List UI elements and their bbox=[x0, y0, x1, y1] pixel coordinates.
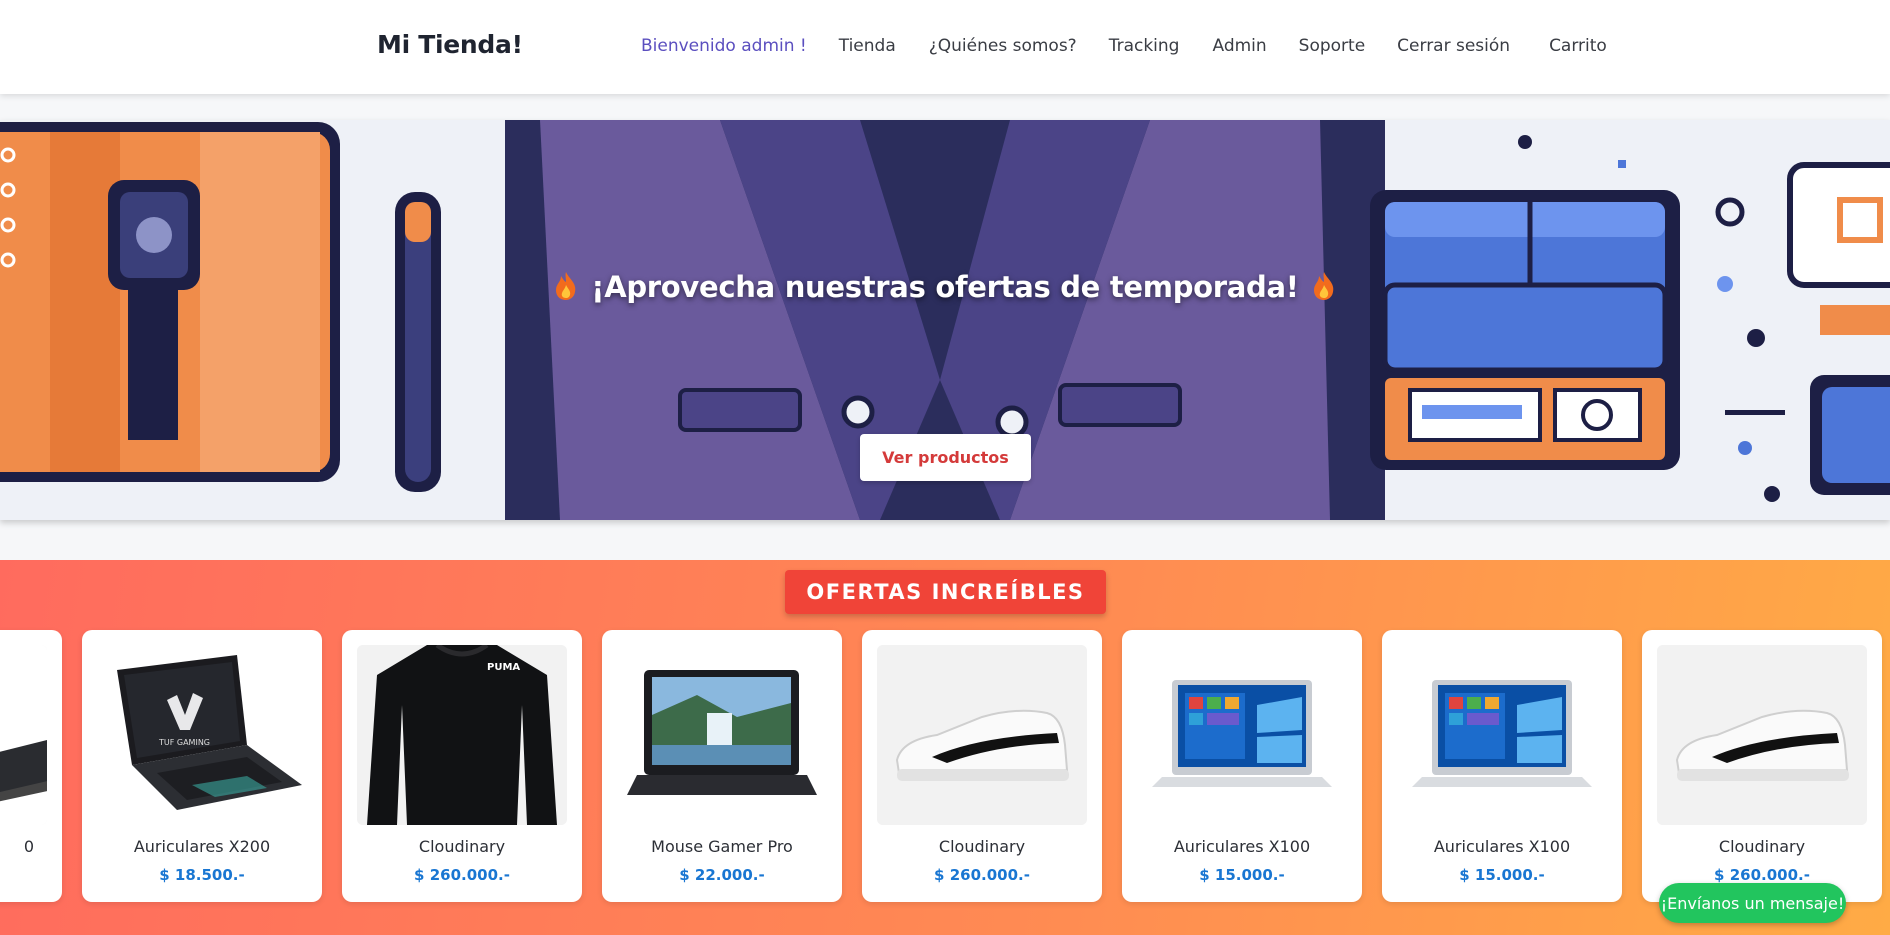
hero-title-text: ¡Aprovecha nuestras ofertas de temporada… bbox=[591, 270, 1299, 304]
product-name: 0 bbox=[23, 837, 34, 856]
product-card[interactable]: Mouse Gamer Pro $ 22.000.- bbox=[602, 630, 842, 902]
hero-banner: ¡Aprovecha nuestras ofertas de temporada… bbox=[0, 120, 1890, 520]
product-card-partial[interactable]: 0 bbox=[0, 630, 62, 902]
nav-soporte[interactable]: Soporte bbox=[1299, 36, 1366, 56]
ver-productos-button[interactable]: Ver productos bbox=[860, 434, 1031, 481]
nav-admin[interactable]: Admin bbox=[1212, 36, 1266, 56]
hero-title: ¡Aprovecha nuestras ofertas de temporada… bbox=[0, 270, 1890, 304]
product-name: Auriculares X100 bbox=[1433, 837, 1571, 856]
sneaker-image bbox=[877, 645, 1087, 825]
laptop-image bbox=[617, 645, 827, 825]
fire-icon bbox=[1313, 272, 1334, 300]
nav-welcome-user[interactable]: Bienvenido admin ! bbox=[641, 36, 807, 56]
product-card[interactable]: Auriculares X100 $ 15.000.- bbox=[1122, 630, 1362, 902]
top-navbar: Mi Tienda! Bienvenido admin ! Tienda ¿Qu… bbox=[0, 0, 1890, 94]
offers-section: OFERTAS INCREÍBLES 0 TUF GAMING Auricula… bbox=[0, 560, 1890, 935]
sweatshirt-image: PUMA bbox=[357, 645, 567, 825]
sneaker-image bbox=[1657, 645, 1867, 825]
svg-text:TUF GAMING: TUF GAMING bbox=[158, 738, 210, 747]
main-nav: Bienvenido admin ! Tienda ¿Quiénes somos… bbox=[641, 36, 1607, 56]
product-image bbox=[0, 645, 47, 825]
nav-tienda[interactable]: Tienda bbox=[839, 36, 896, 56]
product-name: Auriculares X100 bbox=[1173, 837, 1311, 856]
offers-badge: OFERTAS INCREÍBLES bbox=[785, 570, 1106, 614]
svg-text:PUMA: PUMA bbox=[487, 662, 520, 673]
product-card[interactable]: TUF GAMING Auriculares X200 $ 18.500.- bbox=[82, 630, 322, 902]
nav-quienes-somos[interactable]: ¿Quiénes somos? bbox=[929, 36, 1077, 56]
send-message-button[interactable]: ¡Envíanos un mensaje! bbox=[1659, 883, 1846, 923]
laptop-image bbox=[1137, 645, 1347, 825]
product-name: Auriculares X200 bbox=[133, 837, 271, 856]
nav-tracking[interactable]: Tracking bbox=[1109, 36, 1180, 56]
product-name: Cloudinary bbox=[938, 837, 1026, 856]
product-price: $ 18.500.- bbox=[159, 866, 245, 884]
product-price: $ 260.000.- bbox=[414, 866, 510, 884]
product-price: $ 260.000.- bbox=[1714, 866, 1810, 884]
product-name: Mouse Gamer Pro bbox=[651, 837, 793, 856]
laptop-image bbox=[1397, 645, 1607, 825]
nav-cerrar-sesion[interactable]: Cerrar sesión bbox=[1397, 36, 1510, 56]
product-price: $ 260.000.- bbox=[934, 866, 1030, 884]
nav-carrito[interactable]: Carrito bbox=[1549, 36, 1607, 56]
product-card[interactable]: Auriculares X100 $ 15.000.- bbox=[1382, 630, 1622, 902]
product-name: Cloudinary bbox=[418, 837, 506, 856]
product-name: Cloudinary bbox=[1718, 837, 1806, 856]
product-card[interactable]: Cloudinary $ 260.000.- bbox=[1642, 630, 1882, 902]
brand-logo[interactable]: Mi Tienda! bbox=[377, 30, 523, 59]
product-card[interactable]: Cloudinary $ 260.000.- bbox=[862, 630, 1102, 902]
product-price: $ 22.000.- bbox=[679, 866, 765, 884]
product-price: $ 15.000.- bbox=[1459, 866, 1545, 884]
product-price: $ 15.000.- bbox=[1199, 866, 1285, 884]
fire-icon bbox=[556, 272, 576, 300]
product-card[interactable]: PUMA Cloudinary $ 260.000.- bbox=[342, 630, 582, 902]
laptop-image: TUF GAMING bbox=[97, 645, 307, 825]
